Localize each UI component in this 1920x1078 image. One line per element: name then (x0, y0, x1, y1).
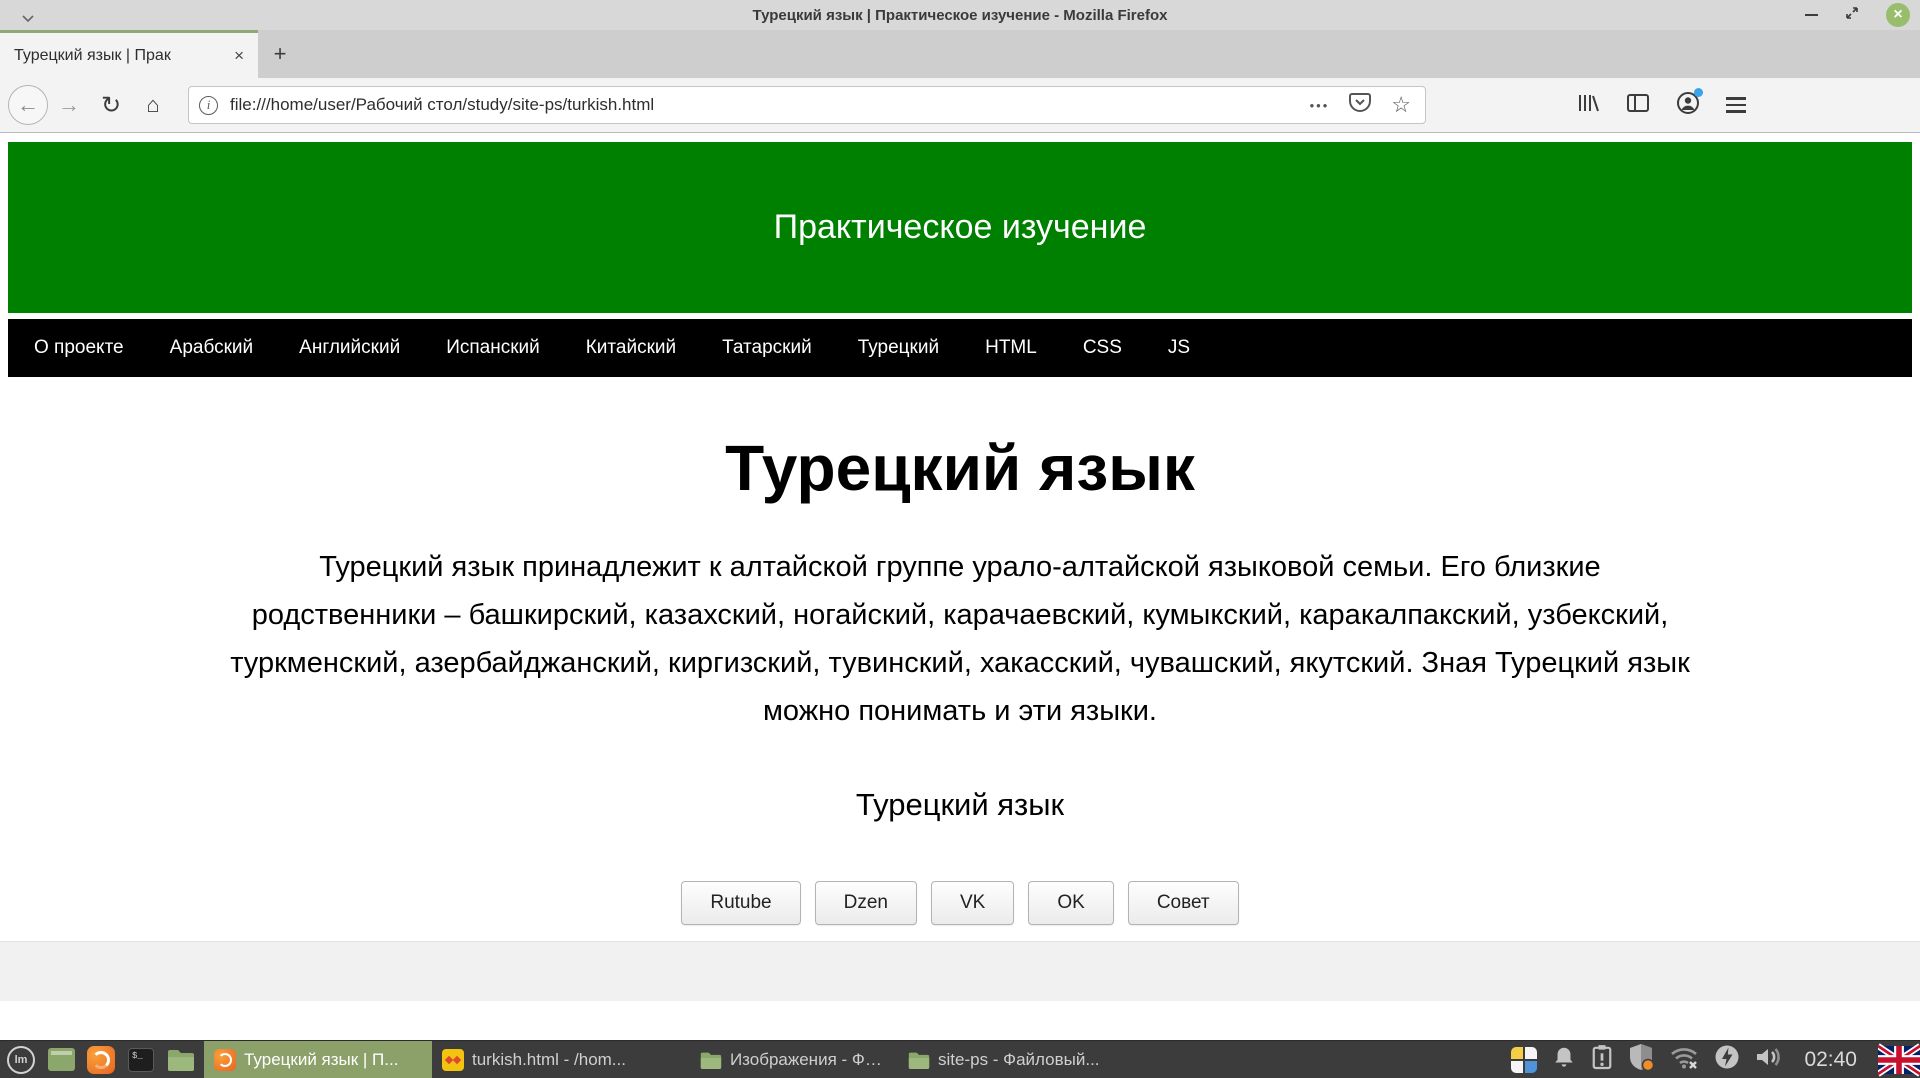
site-nav-link-spanish[interactable]: Испанский (446, 337, 540, 359)
tab-active[interactable]: Турецкий язык | Прак × (0, 30, 258, 78)
wifi-disconnected-icon[interactable] (1669, 1044, 1699, 1075)
site-info-icon[interactable]: i (199, 96, 218, 115)
account-notification-dot (1694, 88, 1703, 97)
apps-grid-icon[interactable] (1511, 1047, 1537, 1073)
site-nav: О проекте Арабский Английский Испанский … (8, 319, 1912, 377)
mint-menu-icon[interactable]: lm (6, 1045, 36, 1075)
clipboard-alert-icon[interactable] (1591, 1044, 1613, 1075)
social-buttons-row: Rutube Dzen VK OK Совет (0, 881, 1920, 925)
terminal-icon[interactable]: $_ (126, 1045, 156, 1075)
text-editor-icon (442, 1049, 464, 1071)
firefox-icon (214, 1049, 236, 1071)
close-button[interactable]: × (1886, 3, 1910, 27)
home-icon[interactable]: ⌂ (132, 84, 174, 126)
site-nav-link-css[interactable]: CSS (1083, 337, 1122, 359)
task-text-editor[interactable]: turkish.html - /hom... (432, 1041, 690, 1078)
site-header: Практическое изучение (8, 142, 1912, 313)
forward-icon[interactable]: → (48, 84, 90, 126)
pocket-icon[interactable] (1349, 92, 1371, 118)
library-icon[interactable] (1576, 92, 1600, 119)
site-nav-link-arabic[interactable]: Арабский (170, 337, 254, 359)
show-desktop-icon[interactable] (46, 1045, 76, 1075)
back-icon[interactable]: ← (8, 85, 48, 125)
volume-icon[interactable] (1755, 1045, 1785, 1074)
menu-icon[interactable] (1726, 97, 1746, 113)
rutube-button[interactable]: Rutube (681, 881, 800, 925)
ok-button[interactable]: OK (1028, 881, 1113, 925)
task-firefox-window[interactable]: Турецкий язык | П... (204, 1041, 432, 1078)
chevron-down-icon[interactable] (22, 9, 34, 27)
power-icon[interactable] (1714, 1044, 1740, 1075)
folder-icon (700, 1051, 722, 1069)
window-title: Турецкий язык | Практическое изучение - … (0, 7, 1920, 24)
keyboard-layout-flag-icon[interactable] (1878, 1043, 1920, 1077)
url-bar[interactable]: i file:///home/user/Рабочий стол/study/s… (188, 86, 1426, 124)
tab-close-icon[interactable]: × (230, 46, 248, 66)
minimize-button[interactable] (1805, 14, 1818, 16)
browser-toolbar: ← → ↻ ⌂ i file:///home/user/Рабочий стол… (0, 78, 1920, 133)
site-title: Практическое изучение (774, 208, 1147, 247)
clock[interactable]: 02:40 (1804, 1048, 1857, 1072)
vk-button[interactable]: VK (931, 881, 1014, 925)
desktop-screen: Турецкий язык | Практическое изучение - … (0, 0, 1920, 1078)
site-nav-link-html[interactable]: HTML (985, 337, 1037, 359)
sovet-button[interactable]: Совет (1128, 881, 1239, 925)
task-file-manager-images[interactable]: Изображения - Фа... (690, 1041, 898, 1078)
new-tab-button[interactable]: + (258, 30, 302, 78)
window-titlebar[interactable]: Турецкий язык | Практическое изучение - … (0, 0, 1920, 30)
site-nav-link-js[interactable]: JS (1168, 337, 1190, 359)
bookmark-star-icon[interactable]: ☆ (1391, 92, 1411, 118)
site-nav-link-about[interactable]: О проекте (34, 337, 124, 359)
page-title: Турецкий язык (0, 431, 1920, 505)
page-actions-icon[interactable]: ••• (1310, 98, 1330, 113)
files-icon[interactable] (166, 1045, 196, 1075)
notifications-bell-icon[interactable] (1552, 1045, 1576, 1074)
sidebar-icon[interactable] (1626, 93, 1650, 118)
taskbar: lm $_ Турецкий язык | П... turkish.html … (0, 1040, 1920, 1078)
site-nav-link-tatar[interactable]: Татарский (722, 337, 812, 359)
reload-icon[interactable]: ↻ (90, 84, 132, 126)
site-footer (0, 941, 1920, 1001)
tab-title: Турецкий язык | Прак (14, 47, 230, 65)
site-nav-link-turkish[interactable]: Турецкий (858, 337, 939, 359)
intro-paragraph: Турецкий язык принадлежит к алтайской гр… (225, 543, 1695, 735)
folder-icon (908, 1051, 930, 1069)
url-input[interactable]: file:///home/user/Рабочий стол/study/sit… (230, 95, 1310, 115)
restore-button[interactable] (1844, 5, 1860, 26)
page-subtitle: Турецкий язык (0, 787, 1920, 823)
site-nav-link-english[interactable]: Английский (299, 337, 400, 359)
tab-strip: Турецкий язык | Прак × + (0, 30, 1920, 78)
account-icon[interactable] (1676, 91, 1700, 120)
system-tray: 02:40 (1511, 1043, 1920, 1077)
shield-update-icon[interactable] (1628, 1043, 1654, 1076)
site-nav-link-chinese[interactable]: Китайский (586, 337, 676, 359)
page-viewport: Практическое изучение О проекте Арабский… (0, 134, 1920, 1040)
task-file-manager-siteps[interactable]: site-ps - Файловый... (898, 1041, 1110, 1078)
dzen-button[interactable]: Dzen (815, 881, 917, 925)
firefox-launcher-icon[interactable] (86, 1045, 116, 1075)
